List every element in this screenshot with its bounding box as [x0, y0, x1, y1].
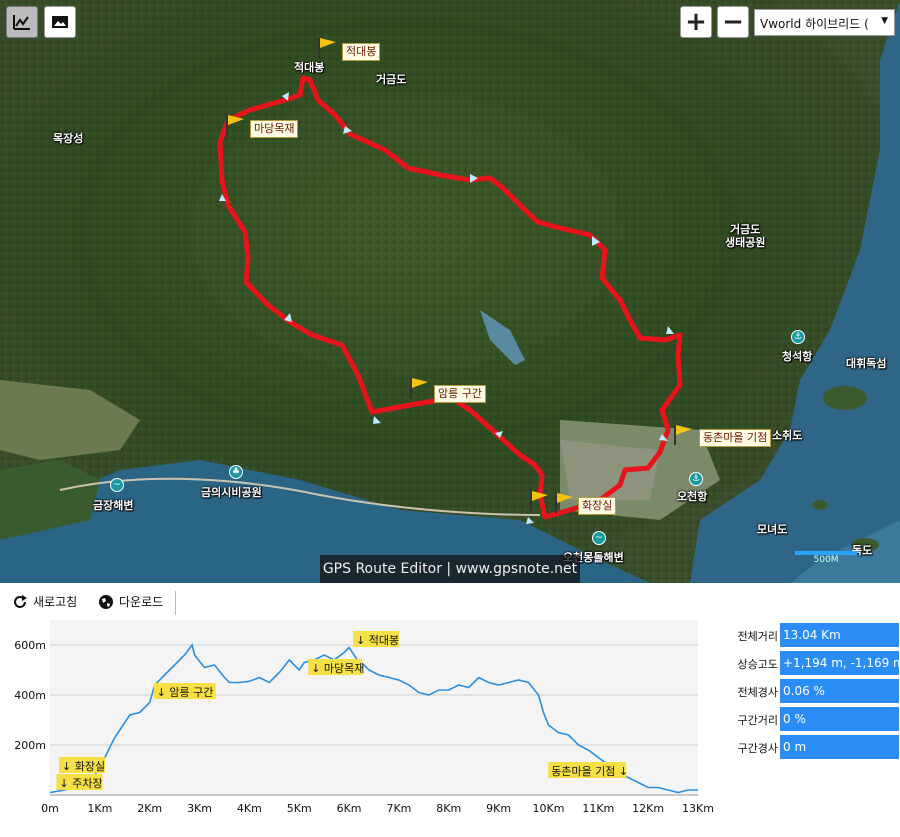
x-tick-label: 4Km	[237, 802, 262, 815]
zoom-out-button[interactable]: −	[717, 6, 749, 38]
x-tick-label: 11Km	[582, 802, 614, 815]
annotation-label: ↓ 적대봉	[356, 634, 399, 647]
waypoint-label[interactable]: 적대봉	[342, 43, 381, 61]
toolbar-divider	[175, 591, 176, 615]
place-label: 소취도	[772, 429, 803, 442]
refresh-icon	[14, 594, 27, 608]
waypoint-label[interactable]: 마당목재	[250, 120, 299, 138]
place-label: 금의시비공원	[201, 486, 262, 499]
place-label: 목장성	[53, 132, 84, 145]
refresh-label: 새로고침	[33, 595, 78, 609]
satellite-map	[0, 0, 900, 583]
scale-label: 500M	[813, 555, 839, 565]
stat-row: 전체경사 0.06 %	[720, 678, 900, 706]
waypoint-flag-icon[interactable]	[672, 423, 694, 445]
place-label: 오천항	[677, 490, 708, 503]
zoom-in-button[interactable]: +	[680, 6, 712, 38]
watermark: GPS Route Editor | www.gpsnote.net	[320, 555, 580, 583]
waypoint-flag-icon[interactable]	[316, 36, 338, 58]
scale-bar: 500M	[795, 551, 857, 565]
toolbar: 새로고침 다운로드	[0, 583, 900, 623]
x-tick-label: 12Km	[632, 802, 664, 815]
stat-label: 전체거리	[737, 630, 778, 643]
stat-value: 0 m	[780, 735, 899, 759]
y-tick-label: 600m	[14, 639, 46, 652]
stat-row: 구간거리 0 %	[720, 706, 900, 734]
stat-row: 상승고도 +1,194 m, -1,169 m	[720, 650, 900, 678]
refresh-button[interactable]: 새로고침	[12, 593, 77, 610]
minus-icon: −	[722, 7, 744, 37]
x-tick-label: 9Km	[486, 802, 511, 815]
place-label: 청석항	[782, 350, 813, 363]
map-layer-select[interactable]: Vworld 하이브리드 ( ▼	[754, 9, 895, 36]
annotation-label: ↓ 화장실	[62, 760, 105, 773]
elevation-chart: 200m 400m 600m 0m 1Km 2Km 3Km 4Km 5Km 6Km 7Km 8Km 9K…	[14, 620, 714, 815]
place-label: 거금도	[376, 73, 407, 86]
elevation-chart-toggle-button[interactable]	[6, 6, 38, 38]
x-tick-label: 13Km	[682, 802, 714, 815]
y-tick-label: 200m	[14, 739, 46, 752]
x-tick-label: 5Km	[287, 802, 312, 815]
x-tick-label: 6Km	[337, 802, 362, 815]
waypoint-flag-icon[interactable]	[553, 491, 575, 513]
stat-value: 0.06 %	[780, 679, 899, 703]
waypoint-label[interactable]: 화장실	[578, 497, 617, 515]
globe-icon	[99, 594, 113, 609]
x-tick-label: 8Km	[436, 802, 461, 815]
annotation-label: ↓ 암릉 구간	[157, 686, 214, 699]
waypoint-label[interactable]: 동촌마을 기점	[699, 429, 772, 447]
waypoint-flag-icon[interactable]	[224, 113, 246, 135]
line-chart-icon	[13, 15, 30, 30]
stat-row: 구간경사 0 m	[720, 734, 900, 762]
annotation-label: ↓ 주차장	[59, 777, 102, 790]
download-button[interactable]: 다운로드	[98, 593, 163, 610]
stat-value: 0 %	[780, 707, 899, 731]
waypoint-label[interactable]: 암릉 구간	[434, 385, 486, 403]
port-icon: ⚓	[791, 330, 805, 344]
stat-value: 13.04 Km	[780, 623, 899, 647]
place-label: 대휘독섬	[846, 357, 887, 370]
annotation-label: ↓ 마당목재	[311, 662, 364, 675]
waypoint-flag-icon[interactable]	[408, 376, 430, 398]
layer-select-value: Vworld 하이브리드 (	[760, 17, 869, 31]
map-view[interactable]: + − Vworld 하이브리드 ( ▼ 거금도 목장성 거금도 생태공원 ⚓ …	[0, 0, 900, 583]
stat-label: 전체경사	[737, 686, 778, 699]
elevation-profile[interactable]: 200m 400m 600m 0m 1Km 2Km 3Km 4Km 5Km 6Km 7Km 8Km 9K…	[0, 620, 720, 837]
x-tick-label: 3Km	[187, 802, 212, 815]
image-icon	[52, 16, 68, 28]
x-tick-label: 1Km	[87, 802, 112, 815]
annotation-label: 동촌마을 기점 ↓	[551, 765, 628, 778]
waypoint-flag-icon[interactable]	[528, 489, 550, 511]
beach-icon: ~	[110, 478, 124, 492]
stat-label: 상승고도	[737, 658, 778, 671]
stat-label: 구간경사	[737, 742, 778, 755]
stat-label: 구간거리	[737, 714, 778, 727]
x-tick-label: 10Km	[532, 802, 564, 815]
park-icon: ♣	[229, 465, 243, 479]
x-tick-label: 7Km	[386, 802, 411, 815]
place-label: 모녀도	[757, 523, 788, 536]
beach-icon: ~	[592, 531, 606, 545]
x-tick-label: 2Km	[137, 802, 162, 815]
dropdown-arrow-icon: ▼	[881, 16, 888, 26]
route-stats-panel: 전체거리 13.04 Km 상승고도 +1,194 m, -1,169 m 전체…	[720, 622, 900, 762]
plus-icon: +	[685, 7, 707, 37]
place-label: 금장해변	[93, 499, 134, 512]
stat-value: +1,194 m, -1,169 m	[780, 651, 899, 675]
place-label: 생태공원	[725, 236, 766, 249]
port-icon: ⚓	[689, 472, 703, 486]
stat-row: 전체거리 13.04 Km	[720, 622, 900, 650]
place-label: 적대봉	[294, 61, 325, 74]
photo-layer-toggle-button[interactable]	[44, 6, 76, 38]
y-tick-label: 400m	[14, 689, 46, 702]
x-tick-label: 0m	[41, 802, 59, 815]
download-label: 다운로드	[119, 595, 164, 609]
